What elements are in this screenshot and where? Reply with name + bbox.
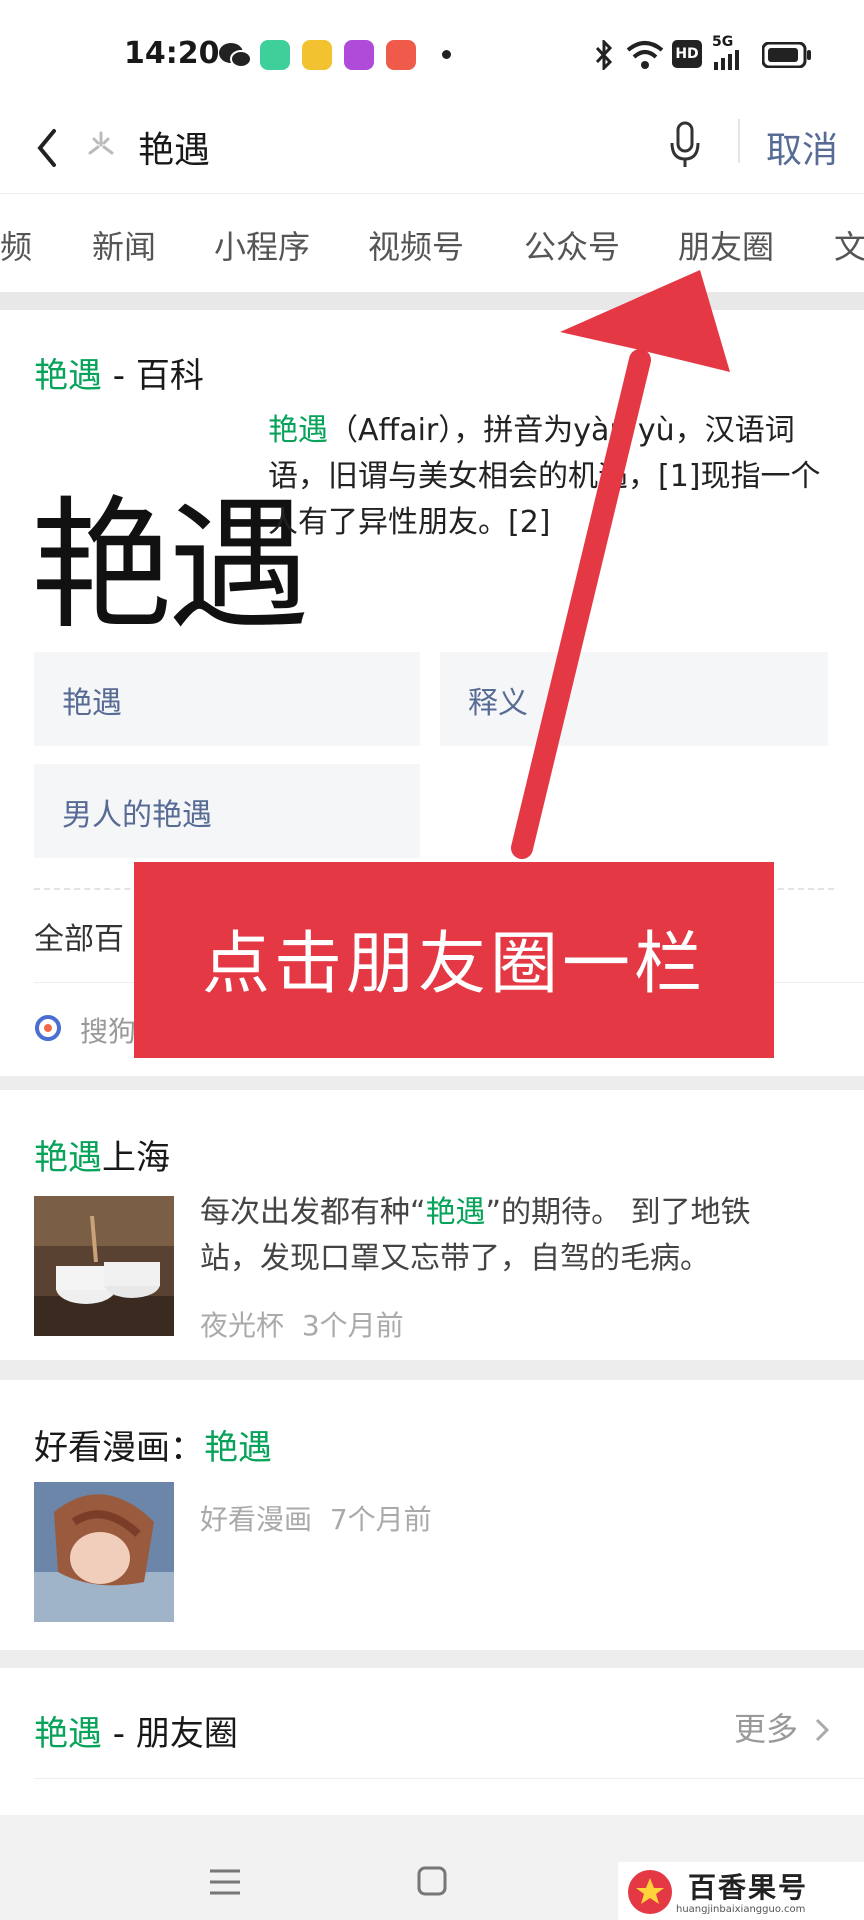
- watermark: 百香果号 huangjinbaixiangguo.com: [618, 1862, 864, 1920]
- microphone-icon[interactable]: [668, 119, 702, 171]
- status-bar: 14:20 HD 5G: [0, 0, 864, 105]
- baike-tile[interactable]: 男人的艳遇: [34, 764, 420, 858]
- article-meta: 好看漫画 7个月前: [200, 1503, 432, 1536]
- article-card[interactable]: 艳遇上海 每次出发都有种“艳遇”的期待。 到了地铁站，发现口罩又忘带了，自驾的毛…: [0, 1090, 864, 1360]
- annotation-text: 点击朋友圈一栏: [201, 925, 706, 1004]
- tab-moments[interactable]: 朋友圈: [678, 222, 774, 268]
- net-type-label: 5G: [712, 34, 734, 50]
- article-title[interactable]: 艳遇上海: [34, 1130, 170, 1179]
- hd-icon: HD: [672, 40, 702, 68]
- wechat-icon: [219, 43, 252, 68]
- search-bar: 艳遇 取消: [0, 105, 864, 194]
- article-title[interactable]: 好看漫画：艳遇: [34, 1420, 272, 1469]
- bluetooth-icon: [595, 40, 613, 70]
- signal-5g-icon: [714, 50, 739, 70]
- sogou-icon: [35, 1015, 61, 1041]
- tab-news[interactable]: 新闻: [92, 222, 156, 268]
- menu-icon[interactable]: [208, 1867, 242, 1897]
- app-green-icon: [260, 40, 290, 70]
- tab-official-accounts[interactable]: 公众号: [524, 222, 620, 268]
- divider: [34, 1778, 864, 1779]
- cancel-button[interactable]: 取消: [766, 121, 838, 173]
- baike-glyph-image: 艳遇: [30, 484, 310, 649]
- tab-video[interactable]: 频: [0, 222, 32, 268]
- app-purple-icon: [344, 40, 374, 70]
- home-icon[interactable]: [416, 1865, 448, 1897]
- divider: [738, 119, 740, 163]
- article-snippet: 每次出发都有种“艳遇”的期待。 到了地铁站，发现口罩又忘带了，自驾的毛病。: [200, 1195, 751, 1276]
- brand-logo-icon: [628, 1870, 672, 1914]
- status-time: 14:20: [124, 36, 220, 71]
- watermark-url: huangjinbaixiangguo.com: [676, 1904, 806, 1915]
- tab-channels[interactable]: 视频号: [368, 222, 464, 268]
- tab-mini-program[interactable]: 小程序: [214, 222, 310, 268]
- app-red-icon: [386, 40, 416, 70]
- notification-dot-icon: [442, 50, 451, 59]
- search-input[interactable]: 艳遇: [138, 121, 210, 173]
- annotation-callout: 点击朋友圈一栏: [134, 862, 774, 1058]
- baike-tile[interactable]: 艳遇: [34, 652, 420, 746]
- moments-title[interactable]: 艳遇 - 朋友圈: [34, 1706, 238, 1755]
- article-card[interactable]: 好看漫画：艳遇 好看漫画 7个月前: [0, 1380, 864, 1650]
- article-meta: 夜光杯 3个月前: [200, 1309, 404, 1342]
- annotation-arrow-icon: [511, 270, 730, 859]
- chevron-right-icon: [816, 1718, 830, 1742]
- watermark-brand: 百香果号: [688, 1871, 809, 1904]
- app-yellow-icon: [302, 40, 332, 70]
- wifi-icon: [626, 41, 664, 69]
- tab-articles[interactable]: 文: [834, 222, 864, 268]
- sparkle-icon: [88, 131, 114, 155]
- baike-title[interactable]: 艳遇 - 百科: [34, 348, 204, 397]
- coffee-thumbnail-image: [34, 1196, 174, 1336]
- battery-icon: [762, 42, 811, 68]
- back-arrow-icon[interactable]: [30, 123, 70, 173]
- more-link[interactable]: 更多: [734, 1704, 830, 1750]
- comic-thumbnail-image: [34, 1482, 174, 1622]
- source-label: 搜狗: [80, 1015, 137, 1048]
- all-baike-link[interactable]: 全部百: [34, 914, 124, 958]
